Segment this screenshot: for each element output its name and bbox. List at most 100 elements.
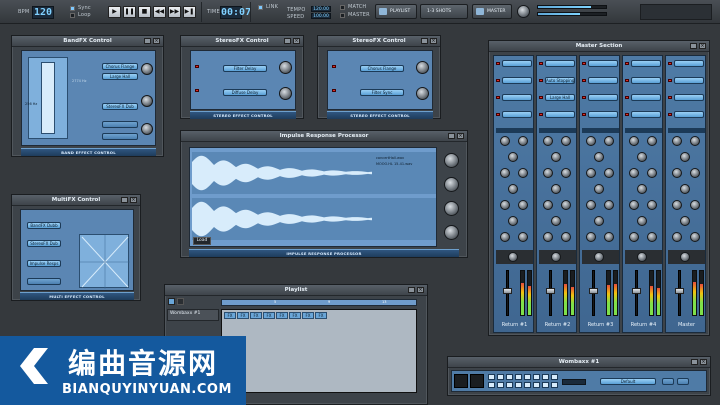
channel-knob[interactable] [551, 152, 561, 162]
fx-slot[interactable] [502, 60, 532, 67]
multifx-slot-3[interactable]: Impulse Resps [27, 260, 61, 267]
sequencer-icon[interactable] [454, 374, 468, 388]
channel-knob[interactable] [680, 184, 690, 194]
bandfx-knob-2[interactable] [141, 95, 153, 107]
bandfx-slot-1[interactable]: Chorus Flange [102, 63, 138, 70]
fx-slot[interactable] [502, 94, 532, 101]
fx-slot[interactable] [674, 111, 704, 118]
rewind-button[interactable]: ◀◀ [153, 6, 166, 18]
channel-knob[interactable] [680, 152, 690, 162]
step-pad[interactable] [533, 382, 540, 388]
stereofx-1-slot-1[interactable]: Filter Delay [223, 65, 267, 72]
impulse-knob-1[interactable] [444, 153, 459, 168]
channel-knob[interactable] [561, 232, 571, 242]
tempo-display[interactable]: 120.00 [311, 6, 331, 12]
pan-knob[interactable] [637, 252, 647, 262]
load-button[interactable]: Load [193, 237, 211, 245]
xy-pad[interactable] [79, 234, 130, 289]
close-button[interactable]: × [130, 197, 137, 203]
channel-knob[interactable] [629, 136, 639, 146]
playlist-clip[interactable]: FX [302, 312, 314, 319]
step-pad[interactable] [506, 374, 513, 380]
step-pad[interactable] [542, 374, 549, 380]
record-button[interactable]: ▶❚ [183, 6, 196, 18]
match-checkbox[interactable] [340, 5, 345, 10]
step-pad[interactable] [524, 374, 531, 380]
forward-button[interactable]: ▶▶ [168, 6, 181, 18]
fx-slot[interactable] [631, 111, 661, 118]
timeline-ruler[interactable]: 5 9 13 [221, 299, 417, 306]
channel-knob[interactable] [586, 168, 596, 178]
close-button[interactable]: × [700, 359, 707, 365]
bandfx-slot-4[interactable] [102, 121, 138, 128]
pan-knob[interactable] [680, 252, 690, 262]
playlist-button[interactable]: PLAYLIST [375, 4, 417, 19]
channel-knob[interactable] [672, 200, 682, 210]
fx-slot[interactable] [674, 77, 704, 84]
channel-knob[interactable] [647, 232, 657, 242]
step-pad[interactable] [515, 374, 522, 380]
minimize-button[interactable]: _ [144, 38, 151, 44]
channel-knob[interactable] [629, 168, 639, 178]
step-pad[interactable] [506, 382, 513, 388]
channel-knob[interactable] [561, 136, 571, 146]
channel-knob[interactable] [647, 168, 657, 178]
preset-selector[interactable]: Default [600, 378, 656, 385]
pause-button[interactable]: ❚❚ [123, 6, 136, 18]
close-button[interactable]: × [153, 38, 160, 44]
channel-knob[interactable] [543, 200, 553, 210]
keyboard-icon[interactable] [470, 374, 484, 388]
time-display[interactable]: 00:07 [220, 6, 251, 19]
channel-knob[interactable] [594, 152, 604, 162]
fx-slot[interactable] [588, 60, 618, 67]
channel-knob[interactable] [518, 232, 528, 242]
impulse-knob-4[interactable] [444, 225, 459, 240]
channel-knob[interactable] [518, 200, 528, 210]
channel-knob[interactable] [672, 168, 682, 178]
minimize-button[interactable]: _ [690, 43, 697, 49]
pencil-tool-icon[interactable] [177, 298, 184, 305]
channel-knob[interactable] [543, 232, 553, 242]
bandfx-slot-2[interactable]: Large Hall [102, 73, 138, 80]
minimize-button[interactable]: _ [691, 359, 698, 365]
channel-fader[interactable] [675, 288, 684, 294]
channel-knob[interactable] [508, 216, 518, 226]
fx-slot[interactable] [545, 60, 575, 67]
channel-knob[interactable] [561, 168, 571, 178]
channel-knob[interactable] [594, 184, 604, 194]
channel-knob[interactable] [586, 232, 596, 242]
stereofx-2-slot-2[interactable]: Filter Sync [360, 89, 404, 96]
step-pad[interactable] [524, 382, 531, 388]
step-pad[interactable] [533, 374, 540, 380]
channel-knob[interactable] [647, 200, 657, 210]
fx-slot[interactable] [631, 60, 661, 67]
channel-knob[interactable] [551, 216, 561, 226]
band-range-display[interactable] [28, 57, 68, 139]
channel-knob[interactable] [586, 200, 596, 210]
channel-fader[interactable] [632, 288, 641, 294]
impulse-knob-2[interactable] [444, 177, 459, 192]
multifx-slot-1[interactable]: BandFX Dubb [27, 222, 61, 229]
step-pad[interactable] [551, 374, 558, 380]
channel-fader[interactable] [503, 288, 512, 294]
channel-knob[interactable] [672, 136, 682, 146]
pointer-tool-icon[interactable] [168, 298, 175, 305]
fx-slot[interactable] [588, 111, 618, 118]
sync-checkbox[interactable] [70, 6, 75, 11]
minimize-button[interactable]: _ [408, 287, 415, 293]
stereofx-2-slot-1[interactable]: Chorus Flange [360, 65, 404, 72]
fx-slot[interactable] [674, 60, 704, 67]
master-button[interactable]: MASTER [472, 4, 512, 19]
channel-knob[interactable] [690, 136, 700, 146]
fx-slot[interactable]: Auto Stopping [545, 77, 575, 84]
step-pad[interactable] [551, 382, 558, 388]
step-pad[interactable] [497, 382, 504, 388]
fx-slot[interactable] [502, 111, 532, 118]
channel-fader[interactable] [546, 288, 555, 294]
channel-knob[interactable] [518, 136, 528, 146]
minimize-button[interactable]: _ [448, 133, 455, 139]
fx-slot[interactable] [502, 77, 532, 84]
multifx-slot-4[interactable] [27, 278, 61, 285]
pan-knob[interactable] [508, 252, 518, 262]
channel-knob[interactable] [586, 136, 596, 146]
